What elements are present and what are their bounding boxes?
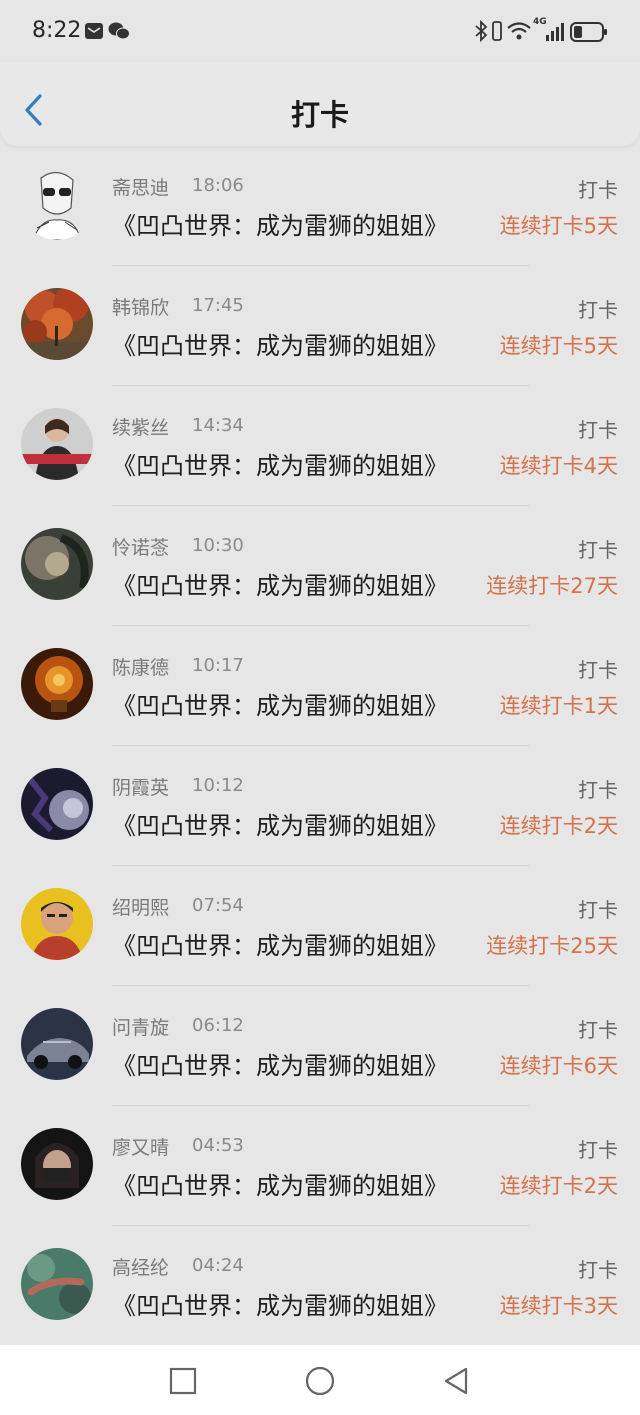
user-name: 斋思迪 bbox=[112, 177, 170, 199]
back-icon[interactable] bbox=[440, 1365, 472, 1397]
vibrate-icon bbox=[492, 21, 502, 41]
checkin-item[interactable]: 绍明熙 07:54 《凹凸世界：成为雷狮的姐姐》 打卡 连续打卡25天 bbox=[0, 866, 640, 986]
checkin-label: 打卡 bbox=[578, 898, 618, 922]
streak-label: 连续打卡25天 bbox=[486, 934, 618, 958]
checkin-time: 10:12 bbox=[192, 775, 244, 796]
recent-apps-icon[interactable] bbox=[167, 1365, 199, 1397]
user-name: 陈康德 bbox=[112, 657, 170, 679]
streak-label: 连续打卡6天 bbox=[499, 1054, 618, 1078]
book-title: 《凹凸世界：成为雷狮的姐姐》 bbox=[112, 812, 448, 840]
checkin-label: 打卡 bbox=[578, 178, 618, 202]
checkin-item[interactable]: 高经纶 04:24 《凹凸世界：成为雷狮的姐姐》 打卡 连续打卡3天 bbox=[0, 1226, 640, 1346]
avatar[interactable] bbox=[21, 768, 93, 840]
book-title: 《凹凸世界：成为雷狮的姐姐》 bbox=[112, 1052, 448, 1080]
checkin-time: 06:12 bbox=[192, 1015, 244, 1036]
checkin-label: 打卡 bbox=[578, 778, 618, 802]
streak-label: 连续打卡3天 bbox=[499, 1294, 618, 1318]
avatar[interactable] bbox=[21, 168, 93, 240]
system-nav-bar bbox=[0, 1345, 640, 1415]
status-bar: 8:22 4G bbox=[0, 0, 640, 62]
checkin-time: 07:54 bbox=[192, 895, 244, 916]
mail-icon bbox=[85, 23, 103, 39]
checkin-time: 14:34 bbox=[192, 415, 244, 436]
book-title: 《凹凸世界：成为雷狮的姐姐》 bbox=[112, 1172, 448, 1200]
battery-icon bbox=[570, 22, 607, 42]
home-icon[interactable] bbox=[304, 1365, 336, 1397]
user-name: 续紫丝 bbox=[112, 417, 170, 439]
streak-label: 连续打卡4天 bbox=[499, 454, 618, 478]
book-title: 《凹凸世界：成为雷狮的姐姐》 bbox=[112, 452, 448, 480]
checkin-item[interactable]: 陈康德 10:17 《凹凸世界：成为雷狮的姐姐》 打卡 连续打卡1天 bbox=[0, 626, 640, 746]
book-title: 《凹凸世界：成为雷狮的姐姐》 bbox=[112, 692, 448, 720]
user-name: 高经纶 bbox=[112, 1257, 170, 1279]
streak-label: 连续打卡5天 bbox=[499, 334, 618, 358]
book-title: 《凹凸世界：成为雷狮的姐姐》 bbox=[112, 212, 448, 240]
streak-label: 连续打卡5天 bbox=[499, 214, 618, 238]
user-name: 廖又晴 bbox=[112, 1137, 170, 1159]
checkin-item[interactable]: 怜诺菍 10:30 《凹凸世界：成为雷狮的姐姐》 打卡 连续打卡27天 bbox=[0, 506, 640, 626]
streak-label: 连续打卡2天 bbox=[499, 1174, 618, 1198]
checkin-time: 10:17 bbox=[192, 655, 244, 676]
avatar[interactable] bbox=[21, 1128, 93, 1200]
avatar[interactable] bbox=[21, 1248, 93, 1320]
checkin-label: 打卡 bbox=[578, 1258, 618, 1282]
avatar[interactable] bbox=[21, 648, 93, 720]
checkin-item[interactable]: 问青旋 06:12 《凹凸世界：成为雷狮的姐姐》 打卡 连续打卡6天 bbox=[0, 986, 640, 1106]
user-name: 问青旋 bbox=[112, 1017, 170, 1039]
checkin-label: 打卡 bbox=[578, 298, 618, 322]
avatar[interactable] bbox=[21, 288, 93, 360]
book-title: 《凹凸世界：成为雷狮的姐姐》 bbox=[112, 1292, 448, 1320]
user-name: 绍明熙 bbox=[112, 897, 170, 919]
checkin-label: 打卡 bbox=[578, 658, 618, 682]
checkin-item[interactable]: 韩锦欣 17:45 《凹凸世界：成为雷狮的姐姐》 打卡 连续打卡5天 bbox=[0, 266, 640, 386]
streak-label: 连续打卡27天 bbox=[486, 574, 618, 598]
avatar[interactable] bbox=[21, 1008, 93, 1080]
checkin-list: 斋思迪 18:06 《凹凸世界：成为雷狮的姐姐》 打卡 连续打卡5天 韩锦欣 1… bbox=[0, 146, 640, 1346]
checkin-time: 17:45 bbox=[192, 295, 244, 316]
checkin-item[interactable]: 续紫丝 14:34 《凹凸世界：成为雷狮的姐姐》 打卡 连续打卡4天 bbox=[0, 386, 640, 506]
streak-label: 连续打卡1天 bbox=[499, 694, 618, 718]
book-title: 《凹凸世界：成为雷狮的姐姐》 bbox=[112, 572, 448, 600]
book-title: 《凹凸世界：成为雷狮的姐姐》 bbox=[112, 932, 448, 960]
checkin-label: 打卡 bbox=[578, 1138, 618, 1162]
checkin-time: 04:53 bbox=[192, 1135, 244, 1156]
checkin-time: 18:06 bbox=[192, 175, 244, 196]
user-name: 阴霞英 bbox=[112, 777, 170, 799]
checkin-item[interactable]: 廖又晴 04:53 《凹凸世界：成为雷狮的姐姐》 打卡 连续打卡2天 bbox=[0, 1106, 640, 1226]
avatar[interactable] bbox=[21, 888, 93, 960]
book-title: 《凹凸世界：成为雷狮的姐姐》 bbox=[112, 332, 448, 360]
checkin-label: 打卡 bbox=[578, 538, 618, 562]
page-title: 打卡 bbox=[290, 98, 349, 132]
checkin-time: 10:30 bbox=[192, 535, 244, 556]
status-time: 8:22 bbox=[32, 18, 82, 43]
wifi-icon bbox=[507, 22, 531, 40]
avatar[interactable] bbox=[21, 528, 93, 600]
header: 打卡 bbox=[0, 62, 640, 146]
bluetooth-icon bbox=[475, 20, 488, 42]
checkin-item[interactable]: 斋思迪 18:06 《凹凸世界：成为雷狮的姐姐》 打卡 连续打卡5天 bbox=[0, 146, 640, 266]
user-name: 怜诺菍 bbox=[112, 537, 170, 559]
checkin-item[interactable]: 阴霞英 10:12 《凹凸世界：成为雷狮的姐姐》 打卡 连续打卡2天 bbox=[0, 746, 640, 866]
avatar[interactable] bbox=[21, 408, 93, 480]
user-name: 韩锦欣 bbox=[112, 297, 170, 319]
wechat-icon bbox=[108, 22, 130, 40]
checkin-label: 打卡 bbox=[578, 418, 618, 442]
streak-label: 连续打卡2天 bbox=[499, 814, 618, 838]
checkin-time: 04:24 bbox=[192, 1255, 244, 1276]
signal-icon bbox=[546, 23, 564, 41]
checkin-label: 打卡 bbox=[578, 1018, 618, 1042]
